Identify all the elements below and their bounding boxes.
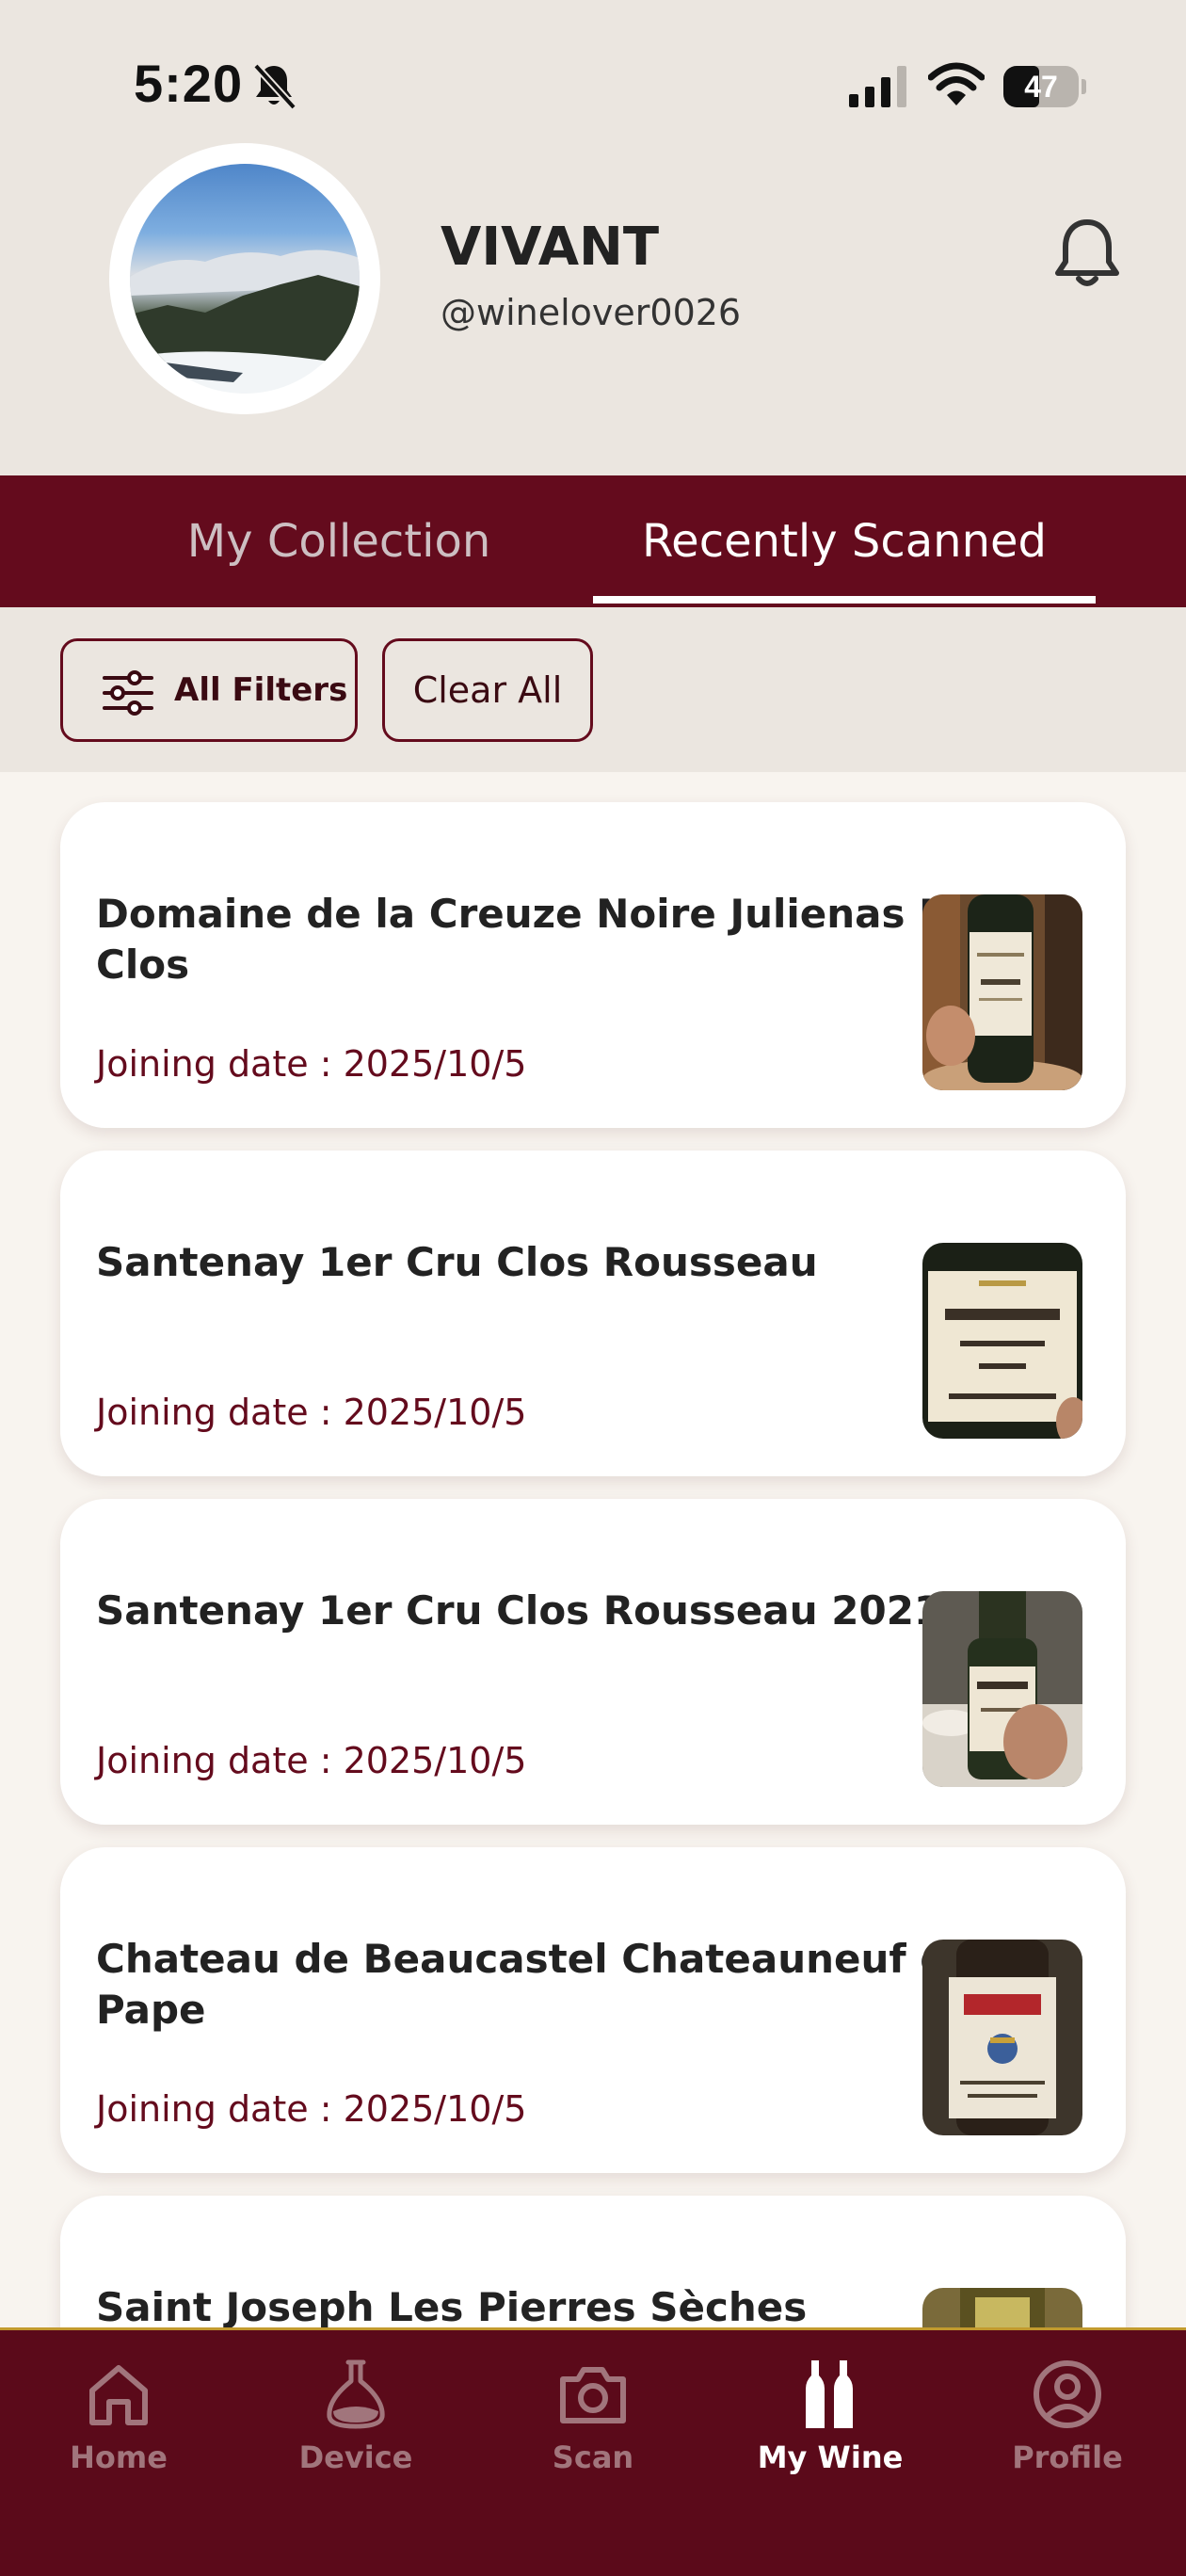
wine-card[interactable]: Santenay 1er Cru Clos Rousseau 2021 Join…: [60, 1499, 1126, 1825]
nav-device-label: Device: [298, 2439, 413, 2475]
status-bar: 5:20 47: [0, 0, 1186, 169]
avatar-photo: [130, 164, 360, 394]
wifi-icon: [928, 62, 985, 105]
all-filters-label: All Filters: [174, 671, 348, 709]
tab-recently-scanned[interactable]: Recently Scanned: [593, 475, 1096, 607]
nav-device[interactable]: Device: [237, 2330, 474, 2519]
home-icon: [89, 2365, 148, 2425]
wine-card[interactable]: Santenay 1er Cru Clos Rousseau Joining d…: [60, 1151, 1126, 1476]
joining-date: Joining date : 2025/10/5: [96, 1740, 527, 1781]
joining-date: Joining date : 2025/10/5: [96, 1043, 527, 1085]
camera-icon: [560, 2367, 626, 2423]
clear-all-button[interactable]: Clear All: [382, 638, 593, 742]
wine-photo: [922, 1940, 1082, 2135]
filter-bar: All Filters Clear All: [0, 607, 1186, 772]
wine-photo: [922, 1243, 1082, 1439]
wine-card[interactable]: Chateau de Beaucastel Chateauneuf du Pap…: [60, 1847, 1126, 2173]
status-time: 5:20: [134, 54, 244, 113]
profile-header: 5:20 47 VIVANT @winelover0026: [0, 0, 1186, 475]
decanter-icon: [327, 2359, 385, 2429]
wine-photo: [922, 1591, 1082, 1787]
nav-home[interactable]: Home: [0, 2330, 237, 2519]
nav-scan[interactable]: Scan: [474, 2330, 712, 2519]
nav-home-label: Home: [70, 2439, 168, 2475]
nav-scan-label: Scan: [552, 2439, 634, 2475]
nav-profile-label: Profile: [1012, 2439, 1123, 2475]
user-circle-icon: [1034, 2360, 1101, 2428]
bell-off-icon: [253, 63, 296, 110]
nav-profile[interactable]: Profile: [949, 2330, 1186, 2519]
wine-photo: [922, 894, 1082, 1090]
nav-my-wine-label: My Wine: [757, 2439, 904, 2475]
nav-my-wine[interactable]: My Wine: [712, 2330, 949, 2519]
cellular-signal-icon: [849, 66, 906, 107]
notification-bell-icon[interactable]: [1047, 213, 1128, 294]
tab-my-collection[interactable]: My Collection: [141, 475, 537, 607]
wine-title: Santenay 1er Cru Clos Rousseau: [96, 1239, 818, 1285]
wine-list: Domaine de la Creuze Noire Julienas Le C…: [0, 772, 1186, 2327]
wine-bottles-icon: [806, 2360, 853, 2428]
active-tab-indicator: [593, 596, 1096, 604]
wine-title: Domaine de la Creuze Noire Julienas Le C…: [96, 891, 971, 988]
bottom-navigation: Home Device Scan My Wine Profile: [0, 2327, 1186, 2576]
filter-sliders-icon: [103, 670, 153, 716]
collection-tabs: My Collection Recently Scanned: [0, 475, 1186, 607]
avatar[interactable]: [109, 143, 380, 414]
joining-date: Joining date : 2025/10/5: [96, 1392, 527, 1433]
wine-title: Saint Joseph Les Pierres Sèches: [96, 2284, 808, 2327]
wine-card[interactable]: Saint Joseph Les Pierres Sèches: [60, 2196, 1126, 2327]
profile-handle: @winelover0026: [441, 292, 742, 333]
battery-indicator: 47: [1003, 66, 1086, 107]
battery-level: 47: [1024, 70, 1058, 104]
all-filters-button[interactable]: All Filters: [60, 638, 358, 742]
profile-name: VIVANT: [441, 217, 660, 278]
wine-title: Chateau de Beaucastel Chateauneuf du Pap…: [96, 1936, 977, 2033]
wine-title: Santenay 1er Cru Clos Rousseau 2021: [96, 1587, 942, 1634]
wine-photo: [922, 2288, 1082, 2327]
joining-date: Joining date : 2025/10/5: [96, 2088, 527, 2130]
wine-card[interactable]: Domaine de la Creuze Noire Julienas Le C…: [60, 802, 1126, 1128]
